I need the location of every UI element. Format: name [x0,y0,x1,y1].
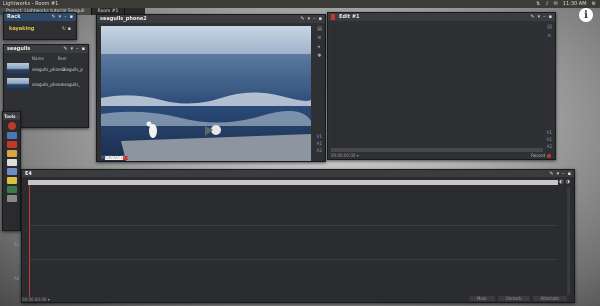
refresh-icon[interactable]: ↻ ▪ [62,26,71,32]
clip-name: seagulls_phone2 [32,66,66,72]
record-timecode[interactable]: 00:00:00:00 [331,153,355,158]
track-label[interactable]: A1 [14,242,19,247]
menu-icon[interactable]: ▾ [557,171,560,177]
pin-icon[interactable]: ✎ [63,46,67,52]
track-label[interactable]: V1 [547,130,552,135]
rack-item-kayaking[interactable]: kayaking [9,26,34,32]
track-label[interactable]: A1 [547,137,552,142]
alternate-button[interactable]: Alternate [532,296,567,301]
speaker-icon[interactable]: ◂ [317,44,322,50]
clip-thumbnail [7,63,29,75]
clock[interactable]: 11:30 AM [563,1,587,7]
edit-title: Edit #1 [339,14,360,20]
timeline-ruler[interactable] [28,180,558,185]
track-label[interactable]: A2 [317,148,322,153]
viewer-title: seagulls_phone2 [100,16,147,22]
minimize-icon[interactable]: – [76,46,79,52]
pin-icon[interactable]: ✎ [549,171,553,177]
viewer-timecode[interactable]: 00:00:00:15 [101,155,125,160]
gear-icon[interactable]: ✱ [317,53,322,59]
close-icon[interactable]: ▪ [568,171,571,177]
mark-button[interactable]: Mark [468,296,495,301]
minimize-icon[interactable]: – [313,16,316,22]
record-button[interactable] [7,122,16,130]
close-icon[interactable]: ▪ [82,46,85,52]
volume-icon[interactable]: ♪ [545,1,548,7]
minimize-icon[interactable]: – [64,14,67,20]
gear-icon[interactable]: ⚙ [592,1,596,7]
grid-button[interactable] [6,141,17,148]
timeline-timecode[interactable]: 00:00:00:00 [22,297,46,302]
rack-title: Rack [7,14,21,20]
keyboard-button[interactable] [6,159,17,166]
clip-reel: seagulls_p [62,66,83,72]
unmark-button[interactable]: Unmark [497,296,530,301]
effects-button[interactable] [6,177,17,184]
column-reel[interactable]: Reel [58,56,67,61]
track-v1[interactable] [30,188,558,226]
record-viewer-panel: Edit #1 ✎ ▾ – ▪ ▤ ≡ V1 A1 A2 00:00:00:00… [327,12,556,160]
folder-icon[interactable]: ▤ [317,26,322,32]
info-icon[interactable]: i [579,8,593,22]
record-scrub-bar[interactable] [331,148,543,152]
track-a1[interactable] [30,228,558,260]
clip-reel: seagulls_ [62,81,81,87]
close-icon[interactable]: ▪ [70,14,73,20]
track-label[interactable]: A1 [317,141,322,146]
menu-icon[interactable]: ▾ [71,46,74,52]
record-video-frame[interactable] [331,24,543,146]
close-icon[interactable]: ▪ [319,16,322,22]
menu-icon[interactable]: ▾ [308,16,311,22]
bin-title: seagulls [7,46,31,52]
pin-icon[interactable]: ✎ [530,14,534,20]
tools-title: Tools [4,113,16,119]
sync-button[interactable] [6,168,17,175]
pin-icon[interactable]: ✎ [300,16,304,22]
timeline-title: E4 [25,170,32,177]
record-button[interactable] [547,153,551,158]
clip-thumbnail [7,78,29,90]
list-icon[interactable]: ≡ [547,33,552,39]
system-top-bar: Lightworks - Room #1 ⇅ ♪ ✉ 11:30 AM ⚙ [0,0,600,8]
source-viewer-panel: seagulls_phone2 ✎ ▾ – ▪ ▤ ≡ ◂ ✱ V1 A1 A2… [96,14,326,162]
chevron-down-icon[interactable]: ▾ [127,155,129,160]
bin-row[interactable]: seagulls_phone2 seagulls_p [4,61,88,77]
rack-panel: Rack ✎ ▾ – ▪ kayaking ↻ ▪ [3,12,77,40]
pin-icon[interactable]: ✎ [51,14,55,20]
close-icon[interactable]: ▴ [17,114,19,119]
window-title: Lightworks - Room #1 [3,1,59,7]
clip-name: seagulls_phone [32,81,63,87]
column-name[interactable]: Name [32,56,44,61]
mail-icon[interactable]: ✉ [554,1,558,7]
record-indicator-icon [331,14,335,20]
menu-icon[interactable]: ▾ [538,14,541,20]
tools-panel: Tools ▴ [2,111,21,231]
timeline-panel: E4 ✎ ▾ – ▪ ◐ ◑ Mark Unmark Alternate [21,169,575,303]
chevron-down-icon[interactable]: ▾ [48,297,50,302]
zoom-in-icon[interactable]: ◑ [566,179,570,185]
bin-row[interactable]: seagulls_phone seagulls_ [4,77,88,91]
export-button[interactable] [6,186,17,193]
close-icon[interactable]: ▪ [549,14,552,20]
zoom-out-icon[interactable]: ◐ [559,179,563,185]
minimize-icon[interactable]: – [562,171,565,177]
chevron-down-icon[interactable]: ▾ [357,153,359,158]
track-label[interactable]: V1 [317,134,322,139]
list-icon[interactable]: ≡ [317,35,322,41]
track-a2[interactable] [30,262,558,294]
folder-icon[interactable]: ▤ [547,24,552,30]
import-button[interactable] [6,132,17,139]
video-frame[interactable] [101,26,311,161]
search-button[interactable] [6,195,17,202]
record-label: Record [531,153,545,158]
seagull-video-image [101,26,311,161]
menu-icon[interactable]: ▾ [59,14,62,20]
folder-button[interactable] [6,150,17,157]
minimize-icon[interactable]: – [543,14,546,20]
track-label[interactable]: A2 [14,276,19,281]
network-icon[interactable]: ⇅ [536,1,540,7]
track-label[interactable]: A2 [547,144,552,149]
timeline-scrollbar[interactable] [567,187,570,295]
